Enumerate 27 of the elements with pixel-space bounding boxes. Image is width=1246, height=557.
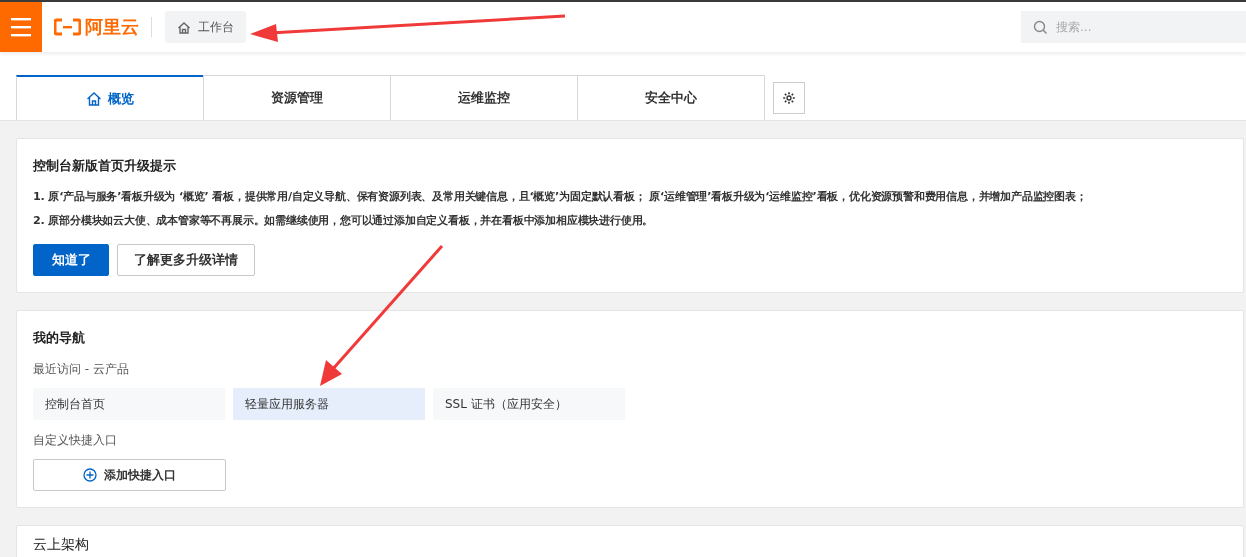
menu-icon (11, 17, 31, 37)
logo-text: 阿里云 (85, 15, 139, 39)
workbench-button[interactable]: 工作台 (165, 11, 246, 43)
notice-text: 1. 原‘产品与服务’看板升级为 ‘概览’ 看板，提供常用/自定义导航、保有资源列表、及常用关键信息，且‘概览’为固定默认看板； 原‘运维管理’看板升级为‘运维监控’看板，优化资源预警和费用信息，并增加产品监控图表； (33, 189, 1088, 204)
menu-button[interactable] (0, 2, 42, 52)
search-icon (1033, 20, 1048, 35)
home-icon (86, 91, 102, 106)
search-field[interactable]: 搜索... (1021, 11, 1246, 43)
settings-button[interactable] (773, 82, 805, 114)
shortcut-item[interactable]: 控制台首页 (33, 388, 225, 420)
settings-icon (782, 91, 796, 105)
plus-icon (83, 468, 97, 482)
details-button[interactable]: 了解更多升级详情 (117, 244, 255, 276)
shortcut-item[interactable]: 轻量应用服务器 (233, 388, 425, 420)
card-title: 云上架构 (33, 536, 90, 554)
logo-icon (54, 18, 81, 36)
section-label: 自定义快捷入口 (33, 432, 118, 449)
notice-text: 2. 原部分模块如云大使、成本管家等不再展示。如需继续使用，您可以通过添加自定义看板，并在看板中添加相应模块进行使用。 (33, 213, 655, 228)
tab[interactable]: 安全中心 (577, 75, 765, 120)
tab[interactable]: 概览 (16, 75, 204, 120)
confirm-button[interactable]: 知道了 (33, 244, 109, 276)
section-label: 最近访问 - 云产品 (33, 361, 130, 378)
shortcut-item[interactable]: SSL 证书（应用安全） (433, 388, 625, 420)
card-title: 控制台新版首页升级提示 (33, 157, 177, 175)
home-icon (177, 20, 191, 34)
add-shortcut-button[interactable]: 添加快捷入口 (33, 459, 226, 491)
card-title: 我的导航 (33, 329, 86, 347)
